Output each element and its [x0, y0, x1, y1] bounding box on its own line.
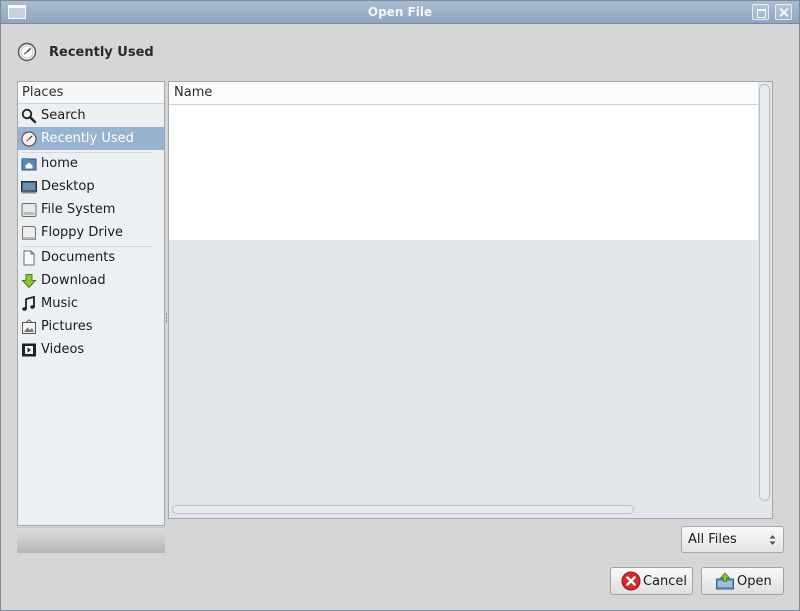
- cancel-button-label: Cancel: [643, 573, 688, 589]
- file-filter-select[interactable]: All Files: [681, 526, 784, 553]
- open-file-dialog: Open File Recently Used Places Search Re…: [0, 0, 800, 611]
- sidebar-item-label: Music: [41, 296, 78, 311]
- picture-icon: [22, 318, 36, 334]
- sidebar-item-label: Videos: [41, 342, 85, 357]
- sidebar-item-search[interactable]: Search: [18, 104, 164, 127]
- maximize-button[interactable]: [752, 4, 769, 20]
- sidebar-item-file-system[interactable]: File System: [18, 198, 164, 221]
- sidebar-item-label: File System: [41, 202, 116, 217]
- sidebar-item-documents[interactable]: Documents: [18, 246, 164, 269]
- column-header-name[interactable]: Name: [169, 82, 758, 105]
- sidebar-item-label: Desktop: [41, 179, 95, 194]
- places-header[interactable]: Places: [18, 82, 164, 104]
- places-toolbar: [17, 527, 165, 553]
- location-label: Recently Used: [49, 44, 154, 60]
- sidebar-item-label: Pictures: [41, 319, 93, 334]
- places-sidebar: Places Search Recently Used home Desktop…: [17, 81, 165, 526]
- cancel-button[interactable]: Cancel: [610, 567, 693, 595]
- sidebar-item-label: Floppy Drive: [41, 225, 124, 240]
- clock-icon: [21, 130, 37, 147]
- window-title: Open File: [367, 5, 433, 19]
- title-bar[interactable]: Open File: [1, 1, 799, 24]
- document-icon: [23, 250, 35, 265]
- floppy-icon: [22, 225, 36, 240]
- horizontal-scrollbar[interactable]: [172, 505, 634, 514]
- vertical-scrollbar[interactable]: [759, 84, 770, 501]
- open-button[interactable]: Open: [701, 567, 784, 595]
- file-list[interactable]: Name: [168, 81, 773, 519]
- drive-icon: [21, 202, 37, 217]
- sidebar-item-label: Download: [41, 273, 106, 288]
- sidebar-item-label: Search: [41, 108, 86, 123]
- sidebar-item-pictures[interactable]: Pictures: [18, 315, 164, 338]
- sidebar-item-label: Documents: [41, 250, 116, 265]
- clock-icon: [17, 42, 37, 62]
- sidebar-item-home[interactable]: home: [18, 152, 164, 175]
- home-folder-icon: [21, 157, 37, 170]
- sidebar-item-recently-used[interactable]: Recently Used: [18, 127, 164, 150]
- file-filter-value: All Files: [688, 532, 737, 547]
- sidebar-item-desktop[interactable]: Desktop: [18, 175, 164, 198]
- search-icon: [21, 108, 37, 123]
- open-folder-icon: [716, 572, 734, 590]
- cancel-icon: [621, 571, 641, 591]
- updown-arrow-icon: [769, 535, 776, 545]
- film-icon: [22, 343, 36, 356]
- close-button[interactable]: [775, 4, 792, 20]
- desktop-icon: [21, 180, 37, 193]
- sidebar-item-label: Recently Used: [41, 131, 134, 146]
- sidebar-item-music[interactable]: Music: [18, 292, 164, 315]
- location-bar: Recently Used: [17, 41, 154, 63]
- open-button-label: Open: [737, 573, 772, 589]
- download-arrow-icon: [21, 273, 37, 288]
- file-list-rows[interactable]: [169, 105, 758, 240]
- sidebar-item-label: home: [41, 156, 78, 171]
- music-note-icon: [22, 295, 35, 311]
- sidebar-item-floppy-drive[interactable]: Floppy Drive: [18, 221, 164, 244]
- sidebar-item-download[interactable]: Download: [18, 269, 164, 292]
- sidebar-item-videos[interactable]: Videos: [18, 338, 164, 361]
